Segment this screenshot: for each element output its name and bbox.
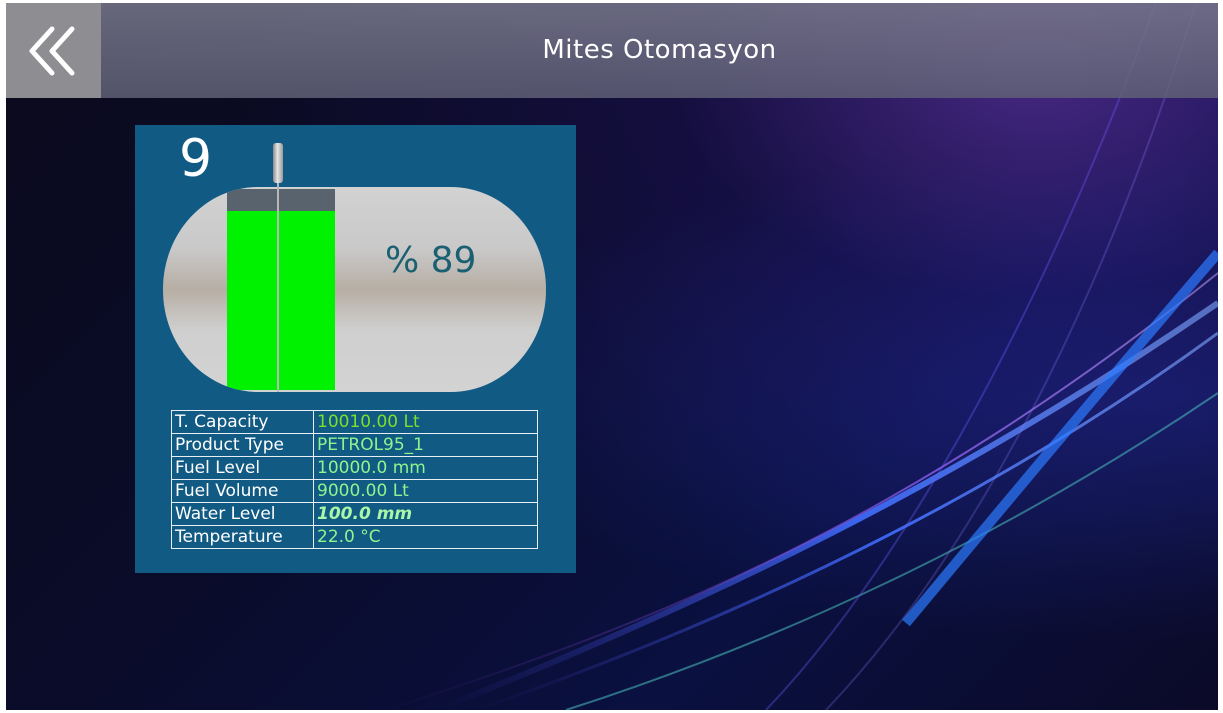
double-chevron-left-icon <box>29 26 75 76</box>
table-row: Product Type PETROL95_1 <box>171 433 538 457</box>
product-type-value: PETROL95_1 <box>313 433 538 457</box>
app-title: Mites Otomasyon <box>542 35 777 65</box>
back-button[interactable] <box>6 3 101 98</box>
probe-rod <box>277 169 279 392</box>
fuel-fill-bar <box>227 211 335 390</box>
tank-level-column <box>227 189 335 390</box>
table-row: Temperature 22.0 °C <box>171 525 538 549</box>
tank-details-table: T. Capacity 10010.00 Lt Product Type PET… <box>171 410 538 549</box>
table-row: Fuel Volume 9000.00 Lt <box>171 479 538 503</box>
tank-number: 9 <box>179 129 213 189</box>
fuel-volume-value: 9000.00 Lt <box>313 479 538 503</box>
screen: Mites Otomasyon 9 % 89 T. Capacity 10010… <box>6 3 1218 710</box>
tank-card[interactable]: 9 % 89 T. Capacity 10010.00 Lt Product T… <box>135 125 576 573</box>
fuel-level-label: Fuel Level <box>171 456 314 480</box>
temperature-label: Temperature <box>171 525 314 549</box>
capacity-value: 10010.00 Lt <box>313 410 538 434</box>
probe-icon <box>273 143 283 183</box>
tank-graphic <box>163 187 546 392</box>
temperature-value: 22.0 °C <box>313 525 538 549</box>
product-type-label: Product Type <box>171 433 314 457</box>
water-level-value: 100.0 mm <box>313 502 538 526</box>
table-row: Water Level 100.0 mm <box>171 502 538 526</box>
water-level-label: Water Level <box>171 502 314 526</box>
fuel-level-value: 10000.0 mm <box>313 456 538 480</box>
capacity-label: T. Capacity <box>171 410 314 434</box>
top-bar: Mites Otomasyon <box>6 3 1218 98</box>
table-row: Fuel Level 10000.0 mm <box>171 456 538 480</box>
table-row: T. Capacity 10010.00 Lt <box>171 410 538 434</box>
fuel-volume-label: Fuel Volume <box>171 479 314 503</box>
fill-percentage: % 89 <box>385 240 477 281</box>
